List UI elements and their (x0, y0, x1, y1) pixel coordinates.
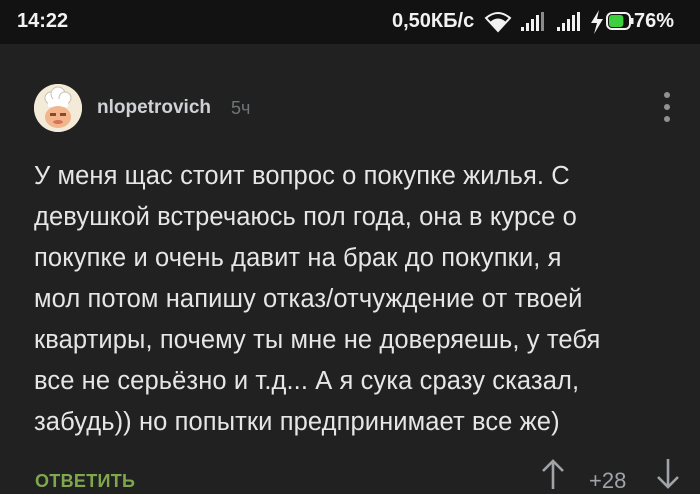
wifi-icon (484, 12, 512, 33)
comment-body: У меня щас стоит вопрос о покупке жилья.… (34, 156, 684, 443)
comment-line: покупке и очень давит на брак до покупки… (34, 244, 562, 272)
signal-icon (521, 12, 544, 31)
signal-icon (557, 12, 580, 31)
status-bar: 14:22 0,50КБ/с 76% (0, 0, 700, 44)
comment-line: девушкой встречаюсь пол года, она в курс… (34, 203, 577, 231)
network-speed: 0,50КБ/с (392, 10, 475, 32)
battery-fill (609, 15, 624, 27)
reply-button[interactable]: ОТВЕТИТЬ (35, 471, 135, 492)
comment-author[interactable]: nlopetrovich (97, 97, 211, 119)
comment-line: все не серьёзно и т.д... А я сука сразу … (34, 367, 580, 395)
charging-icon (591, 10, 603, 34)
comment-line: мол потом напишу отказ/отчуждение от тво… (34, 285, 583, 313)
comment-time: 5ч (231, 98, 251, 118)
comment-line: квартиры, почему ты мне не доверяешь, у … (34, 326, 601, 354)
comment-line: забудь)) но попытки предпринимает все же… (34, 408, 560, 436)
upvote-arrow-icon[interactable] (540, 459, 566, 489)
downvote-arrow-icon[interactable] (655, 459, 681, 489)
comment-rating: +28 (589, 468, 627, 493)
status-time: 14:22 (17, 10, 69, 32)
battery-icon (606, 12, 634, 30)
comment: nlopetrovich 5ч У меня щас стоит вопрос … (0, 44, 700, 493)
more-options-icon[interactable] (657, 92, 677, 132)
battery-percent: 76% (634, 10, 675, 32)
chef-avatar-icon (34, 84, 82, 132)
avatar[interactable] (34, 84, 82, 132)
comment-line: У меня щас стоит вопрос о покупке жилья.… (34, 162, 570, 190)
